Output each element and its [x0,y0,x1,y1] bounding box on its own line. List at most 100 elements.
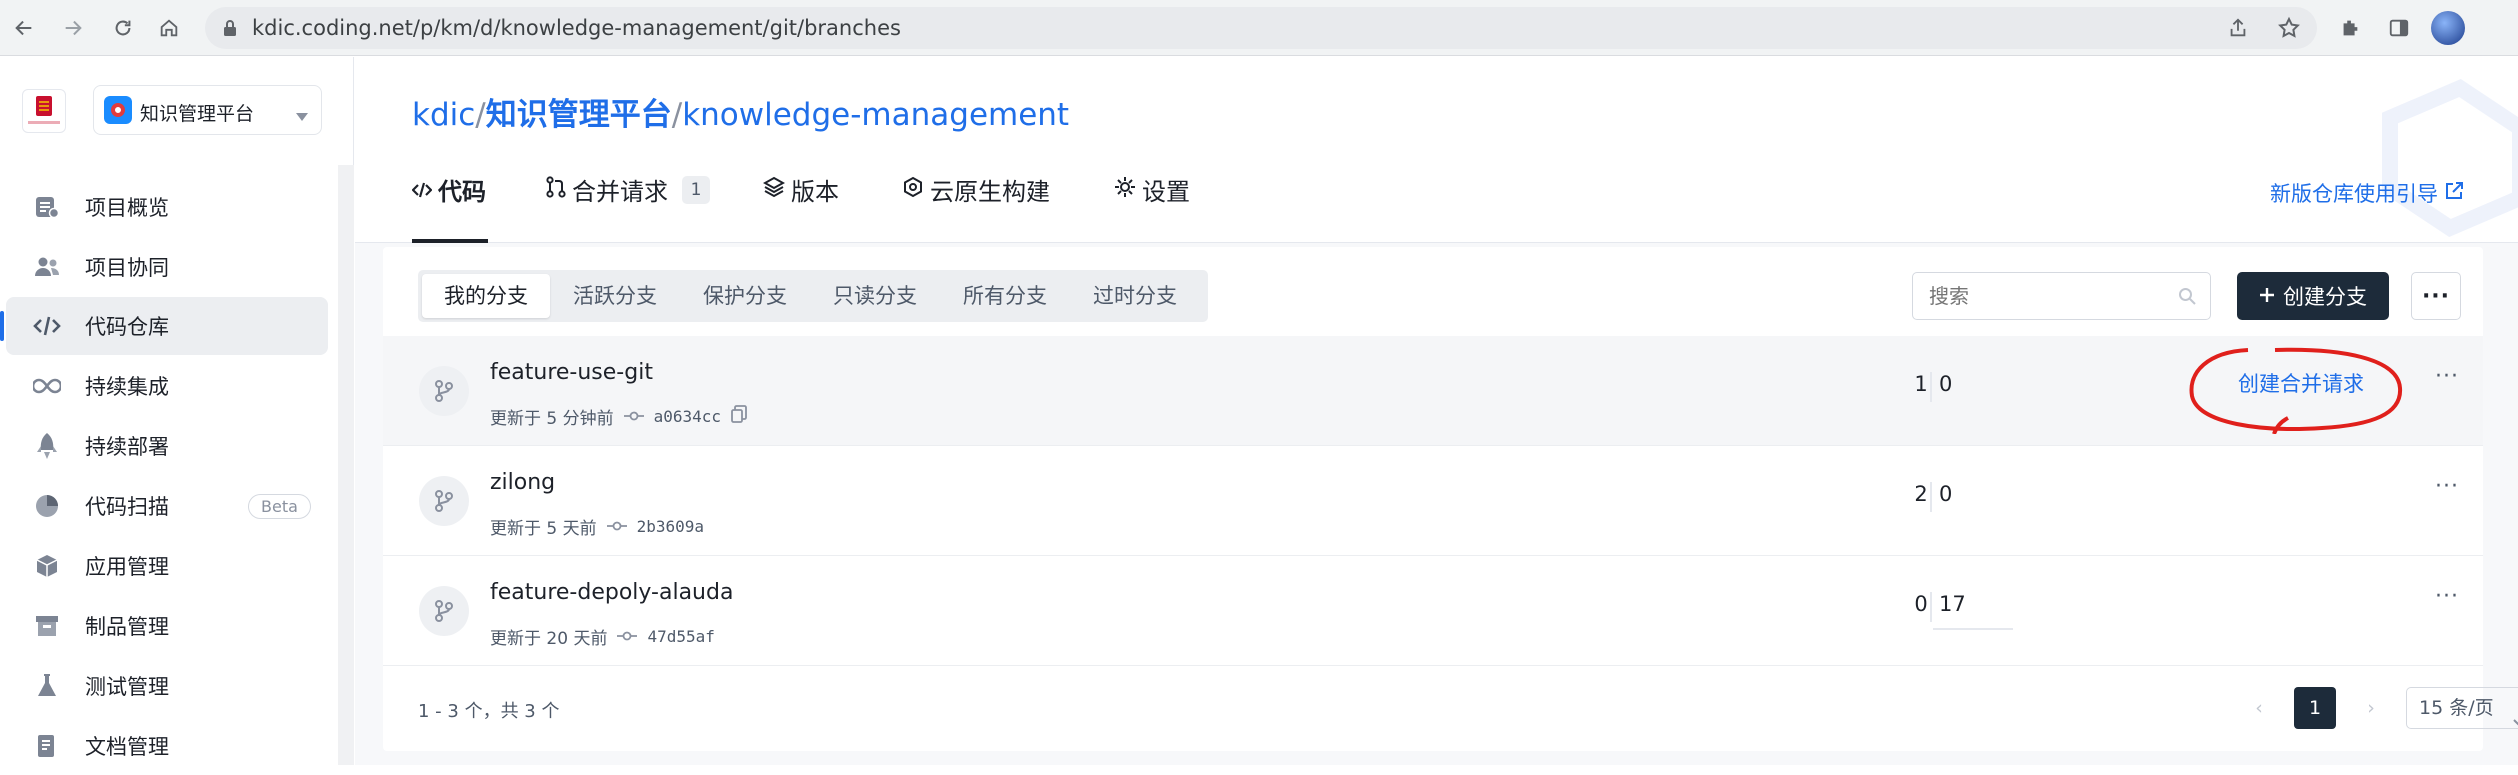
updated-time: 更新于 5 天前 [490,519,597,539]
repo-header [355,57,2518,243]
branch-row[interactable]: zilong 更新于 5 天前 2b3609a 2 0 ··· [383,446,2483,556]
pagination: ‹ 1 › 15 条/页 [2238,687,2518,729]
filter-tab-readonly[interactable]: 只读分支 [811,274,939,318]
reload-icon[interactable] [107,12,139,44]
branch-icon [419,476,469,526]
branch-name[interactable]: feature-depoly-alauda [490,580,733,605]
tab-label: 代码 [438,178,486,206]
pie-icon [33,492,61,520]
sidebar-item-label: 应用管理 [85,555,169,579]
sidebar-item-ci[interactable]: 持续集成 [6,357,328,415]
commit-icon [623,407,644,427]
commit-hash[interactable]: a0634cc [654,407,721,426]
filter-tab-stale[interactable]: 过时分支 [1071,274,1199,318]
home-icon[interactable] [153,12,185,44]
sidebar-item-overview[interactable]: 项目概览 [6,178,328,236]
sidebar-scrollbar[interactable] [338,165,354,765]
more-options-button[interactable]: ··· [2411,272,2461,320]
share-icon[interactable] [2227,17,2249,43]
page-size-select[interactable]: 15 条/页 [2406,687,2518,729]
sidebar-item-testing[interactable]: 测试管理 [6,657,328,715]
sidebar-item-code-scan[interactable]: 代码扫描 Beta [6,477,328,535]
sidebar-item-apps[interactable]: 应用管理 [6,537,328,595]
project-switcher[interactable]: 知识管理平台 [93,85,322,135]
crumb-repo[interactable]: knowledge-management [682,97,1069,133]
flask-icon [33,672,61,700]
pagination-footer: 1 - 3 个，共 3 个 ‹ 1 › 15 条/页 [383,665,2518,751]
repo-guide-link[interactable]: 新版仓库使用引导 [2270,178,2464,208]
commit-hash[interactable]: 2b3609a [637,517,704,536]
tab-settings[interactable]: 设置 [1114,172,1190,207]
lock-icon [222,19,238,41]
sidebar-item-collaboration[interactable]: 项目协同 [6,238,328,296]
page-size-value: 15 条/页 [2419,697,2494,719]
project-name: 知识管理平台 [140,103,255,125]
branch-filter-tabs: 我的分支 活跃分支 保护分支 只读分支 所有分支 过时分支 [418,270,1208,322]
commit-hash[interactable]: 47d55af [647,627,714,646]
back-icon[interactable] [8,12,40,44]
sidebar-item-label: 文档管理 [85,735,169,759]
copy-icon[interactable] [731,405,747,428]
commit-icon [606,517,627,537]
project-icon [104,96,132,124]
team-icon [33,253,61,281]
crumb-project[interactable]: 知识管理平台 [486,97,672,133]
sidebar-item-cd[interactable]: 持续部署 [6,417,328,475]
create-branch-button[interactable]: 创建分支 [2237,272,2389,320]
branch-row[interactable]: feature-depoly-alauda 更新于 20 天前 47d55af … [383,556,2483,666]
prev-page-icon[interactable]: ‹ [2238,687,2280,729]
commit-icon [617,627,638,647]
branch-name[interactable]: feature-use-git [490,360,653,385]
beta-badge: Beta [248,493,311,519]
forward-icon[interactable] [57,12,89,44]
tab-label: 版本 [791,178,839,206]
bookmark-star-icon[interactable] [2277,16,2301,44]
sidebar-item-label: 项目概览 [85,196,169,220]
sidebar-item-code-repo[interactable]: 代码仓库 [0,297,328,355]
crumb-separator: / [475,97,486,133]
search-field[interactable] [1929,283,2159,309]
external-link-icon [2444,181,2464,206]
caret-down-icon [296,106,308,125]
row-more-icon[interactable]: ··· [2435,364,2459,389]
url-text: kdic.coding.net/p/km/d/knowledge-managem… [252,16,901,40]
branch-name[interactable]: zilong [490,470,555,495]
create-merge-request-link[interactable]: 创建合并请求 [2238,368,2364,398]
next-page-icon[interactable]: › [2350,687,2392,729]
row-more-icon[interactable]: ··· [2435,584,2459,609]
sidebar-item-docs[interactable]: 文档管理 [6,717,328,775]
filter-tab-active[interactable]: 活跃分支 [551,274,679,318]
commits-behind: 17 [1939,592,1966,616]
tab-merge-requests[interactable]: 合并请求 1 [546,172,710,207]
chevron-down-icon [2513,702,2518,742]
company-logo[interactable] [22,89,66,133]
branch-icon [419,586,469,636]
updated-time: 更新于 20 天前 [490,629,608,649]
sidepanel-icon[interactable] [2383,12,2415,44]
row-more-icon[interactable]: ··· [2435,474,2459,499]
merge-request-count-badge: 1 [682,175,710,204]
filter-tab-protected[interactable]: 保护分支 [681,274,809,318]
tab-releases[interactable]: 版本 [762,172,839,207]
branch-row[interactable]: feature-use-git 更新于 5 分钟前 a0634cc 1 0 创建… [383,336,2483,446]
sidebar-item-label: 测试管理 [85,675,169,699]
filter-tab-mine[interactable]: 我的分支 [422,274,550,318]
behind-bar [1933,628,2013,630]
tab-cloud-build[interactable]: 云原生构建 [902,172,1050,207]
tab-code[interactable]: 代码 [411,172,486,207]
filter-tab-all[interactable]: 所有分支 [941,274,1069,318]
extensions-icon[interactable] [2334,12,2366,44]
cube-icon [33,552,61,580]
infinity-icon [33,372,61,400]
browser-toolbar: kdic.coding.net/p/km/d/knowledge-managem… [0,0,2518,56]
crumb-org[interactable]: kdic [412,97,475,133]
branch-search-input[interactable] [1912,272,2211,320]
archive-icon [33,612,61,640]
tab-label: 云原生构建 [930,178,1050,206]
page-number[interactable]: 1 [2294,687,2336,729]
address-bar[interactable]: kdic.coding.net/p/km/d/knowledge-managem… [205,7,2317,49]
sidebar-item-artifacts[interactable]: 制品管理 [6,597,328,655]
profile-avatar[interactable] [2431,11,2465,45]
search-icon [2178,287,2196,309]
commits-behind: 0 [1939,482,1953,506]
